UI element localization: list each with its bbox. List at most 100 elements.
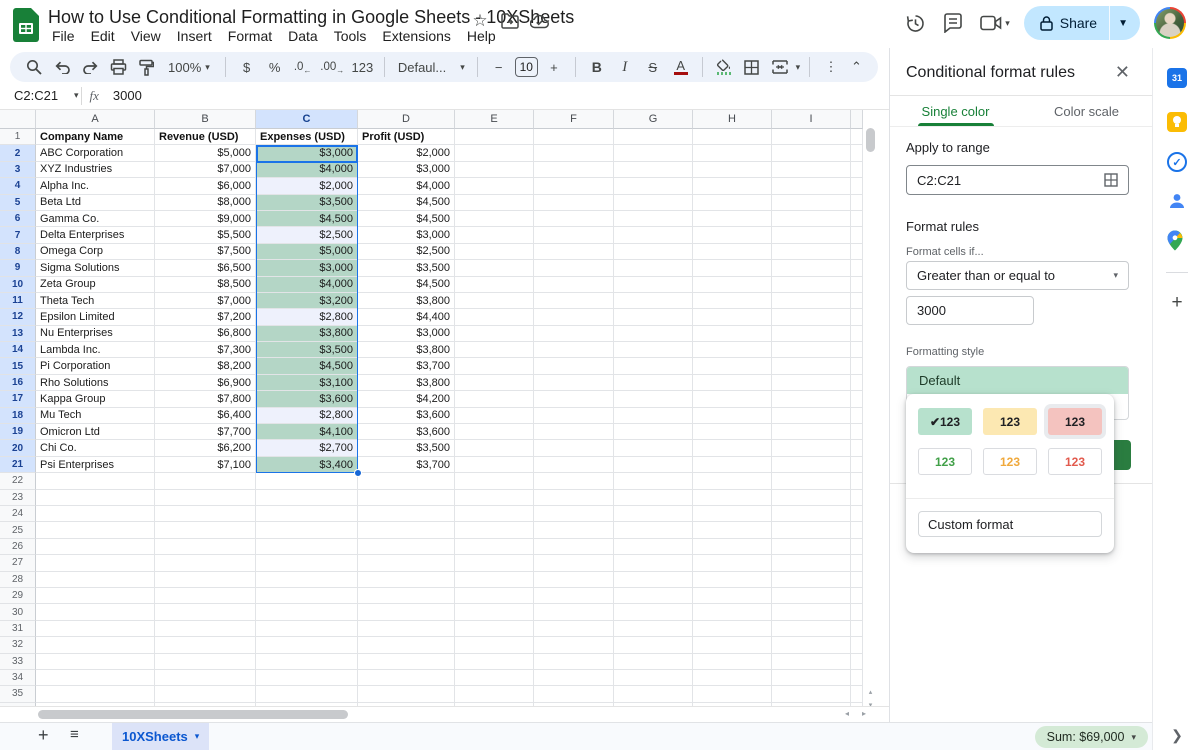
paint-format-icon[interactable]	[134, 55, 158, 79]
cell-G5[interactable]	[614, 195, 693, 211]
cell-E21[interactable]	[455, 457, 534, 473]
cell-H3[interactable]	[693, 162, 772, 178]
cell-F11[interactable]	[534, 293, 614, 309]
cell-I27[interactable]	[772, 555, 851, 571]
cell-partial-21[interactable]	[851, 457, 863, 473]
cell-I3[interactable]	[772, 162, 851, 178]
collapse-panel-icon[interactable]: ❯	[1153, 727, 1200, 744]
cell-C33[interactable]	[256, 654, 358, 670]
cell-C34[interactable]	[256, 670, 358, 686]
cell-A24[interactable]	[36, 506, 155, 522]
row-header-29[interactable]: 29	[0, 588, 36, 604]
cell-I28[interactable]	[772, 572, 851, 588]
share-button[interactable]: Share ▼	[1024, 6, 1140, 40]
cell-partial-6[interactable]	[851, 211, 863, 227]
menu-tools[interactable]: Tools	[326, 27, 375, 45]
contacts-icon[interactable]	[1167, 191, 1187, 211]
cell-I23[interactable]	[772, 490, 851, 506]
cell-partial-20[interactable]	[851, 440, 863, 456]
font-select[interactable]: Defaul...▾	[394, 60, 468, 75]
cell-G20[interactable]	[614, 440, 693, 456]
cell-E29[interactable]	[455, 588, 534, 604]
cell-partial-10[interactable]	[851, 277, 863, 293]
cell-F35[interactable]	[534, 686, 614, 702]
cell-C4[interactable]: $2,000	[256, 178, 358, 194]
cell-A16[interactable]: Rho Solutions	[36, 375, 155, 391]
range-input[interactable]: C2:C21	[906, 165, 1129, 195]
sheet-tab[interactable]: 10XSheets ▾	[112, 723, 209, 750]
row-header-2[interactable]: 2	[0, 145, 36, 161]
row-header-18[interactable]: 18	[0, 408, 36, 424]
collapse-toolbar-icon[interactable]: ⌃	[851, 59, 866, 75]
cell-C31[interactable]	[256, 621, 358, 637]
cell-B26[interactable]	[155, 539, 256, 555]
comments-icon[interactable]	[941, 11, 965, 35]
cell-C29[interactable]	[256, 588, 358, 604]
cell-F30[interactable]	[534, 604, 614, 620]
style-swatch-2[interactable]: 123	[983, 408, 1037, 435]
cell-D2[interactable]: $2,000	[358, 145, 455, 161]
cell-F2[interactable]	[534, 145, 614, 161]
cell-H20[interactable]	[693, 440, 772, 456]
row-header-16[interactable]: 16	[0, 375, 36, 391]
cell-A5[interactable]: Beta Ltd	[36, 195, 155, 211]
cell-partial-2[interactable]	[851, 145, 863, 161]
cell-G17[interactable]	[614, 391, 693, 407]
cell-partial-14[interactable]	[851, 342, 863, 358]
row-header-10[interactable]: 10	[0, 277, 36, 293]
cell-I30[interactable]	[772, 604, 851, 620]
cell-H33[interactable]	[693, 654, 772, 670]
cell-F32[interactable]	[534, 637, 614, 653]
cell-A3[interactable]: XYZ Industries	[36, 162, 155, 178]
cell-A7[interactable]: Delta Enterprises	[36, 227, 155, 243]
cell-G29[interactable]	[614, 588, 693, 604]
number-format-button[interactable]: 123	[350, 55, 375, 79]
cell-B31[interactable]	[155, 621, 256, 637]
cell-C21[interactable]: $3,400	[256, 457, 358, 473]
cell-D24[interactable]	[358, 506, 455, 522]
cell-I14[interactable]	[772, 342, 851, 358]
cell-G24[interactable]	[614, 506, 693, 522]
column-header-E[interactable]: E	[455, 110, 534, 129]
cell-B13[interactable]: $6,800	[155, 326, 256, 342]
cell-A28[interactable]	[36, 572, 155, 588]
column-header-H[interactable]: H	[693, 110, 772, 129]
cell-A21[interactable]: Psi Enterprises	[36, 457, 155, 473]
close-icon[interactable]: ✕	[1115, 62, 1130, 83]
cell-partial-35[interactable]	[851, 686, 863, 702]
cell-E5[interactable]	[455, 195, 534, 211]
cell-G4[interactable]	[614, 178, 693, 194]
cell-A11[interactable]: Theta Tech	[36, 293, 155, 309]
cell-E8[interactable]	[455, 244, 534, 260]
cell-C25[interactable]	[256, 522, 358, 538]
sum-badge[interactable]: Sum: $69,000 ▾	[1035, 726, 1148, 748]
cell-partial-29[interactable]	[851, 588, 863, 604]
cell-H34[interactable]	[693, 670, 772, 686]
merge-cells-button[interactable]	[768, 55, 792, 79]
version-history-icon[interactable]	[903, 11, 927, 35]
cell-B12[interactable]: $7,200	[155, 309, 256, 325]
style-swatch-4[interactable]: 123	[918, 448, 972, 475]
menu-help[interactable]: Help	[459, 27, 504, 45]
cell-G11[interactable]	[614, 293, 693, 309]
style-swatch-5[interactable]: 123	[983, 448, 1037, 475]
cell-F1[interactable]	[534, 129, 614, 145]
cell-G31[interactable]	[614, 621, 693, 637]
cell-I1[interactable]	[772, 129, 851, 145]
format-currency-button[interactable]: $	[235, 55, 259, 79]
row-header-25[interactable]: 25	[0, 522, 36, 538]
vertical-scrollbar-handle[interactable]	[866, 128, 875, 152]
cell-partial-34[interactable]	[851, 670, 863, 686]
style-swatch-6[interactable]: 123	[1048, 448, 1102, 475]
cell-A20[interactable]: Chi Co.	[36, 440, 155, 456]
cell-D7[interactable]: $3,000	[358, 227, 455, 243]
cell-H21[interactable]	[693, 457, 772, 473]
cell-D23[interactable]	[358, 490, 455, 506]
cell-G3[interactable]	[614, 162, 693, 178]
cell-B4[interactable]: $6,000	[155, 178, 256, 194]
cell-partial-7[interactable]	[851, 227, 863, 243]
cell-partial-4[interactable]	[851, 178, 863, 194]
cell-C35[interactable]	[256, 686, 358, 702]
zoom-select[interactable]: 100%▾	[162, 60, 216, 75]
account-avatar[interactable]	[1154, 7, 1186, 39]
